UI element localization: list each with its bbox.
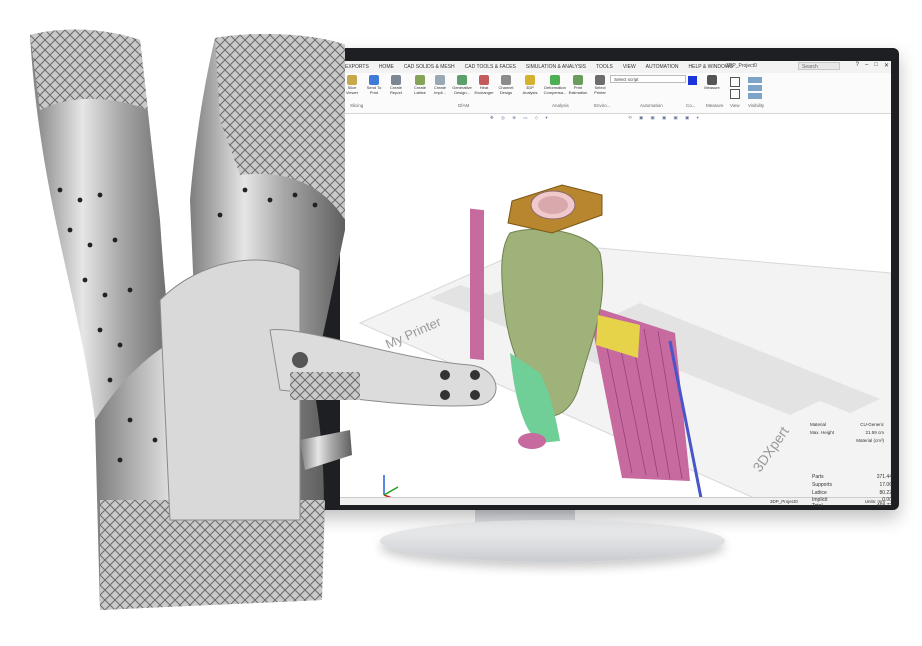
visibility-icon[interactable] bbox=[748, 85, 762, 91]
properties-panel: Material CU-Generic Max. Height 21.59 cm M… bbox=[810, 421, 890, 445]
view-toolbar: ✥ ◎ ⊕ ▭ ◇ ▾ ⟲ ▣ ▣ ▣ ▣ ▣ ▾ bbox=[340, 114, 891, 122]
lattice-icon bbox=[415, 75, 425, 85]
pipe-left bbox=[30, 29, 180, 601]
table-row: Supports 17.06 bbox=[812, 482, 892, 488]
perforation-holes bbox=[57, 187, 318, 463]
material-table-tail: Implicit 0.00 Total 468.72 bbox=[812, 497, 892, 509]
material-label: Material bbox=[810, 422, 827, 427]
group-visibility: Visibility bbox=[748, 103, 765, 108]
base-ring bbox=[518, 433, 546, 449]
table-row: Parts 371.44 bbox=[812, 474, 892, 480]
create-lattice-button[interactable]: Create Lattice bbox=[410, 75, 430, 95]
color-swatch-icon[interactable] bbox=[688, 76, 697, 85]
analysis-icon bbox=[525, 75, 535, 85]
table-row: Total 468.72 bbox=[812, 503, 892, 509]
status-project: 3DP_Project0 bbox=[770, 499, 798, 504]
implicit-icon bbox=[435, 75, 445, 85]
tab-simulation-analysis[interactable]: SIMULATION & ANALYSIS bbox=[521, 61, 591, 73]
generative-design-button[interactable]: Generative Design... bbox=[452, 75, 472, 95]
report-icon bbox=[391, 75, 401, 85]
tab-cad-solids-mesh[interactable]: CAD SOLIDS & MESH bbox=[399, 61, 460, 73]
heat-exchanger-button[interactable]: Heat Exchanger bbox=[474, 75, 494, 95]
ribbon-tabs: EXPORTS HOME CAD SOLIDS & MESH CAD TOOLS… bbox=[340, 61, 738, 73]
heat-exchanger-icon bbox=[479, 75, 489, 85]
print-estimation-icon bbox=[573, 75, 583, 85]
group-slicing: Slicing bbox=[350, 103, 364, 108]
channel-icon bbox=[501, 75, 511, 85]
slice-viewer-button[interactable]: Slice Viewer bbox=[342, 75, 362, 95]
printer-icon bbox=[595, 75, 605, 85]
minimize-icon[interactable]: – bbox=[865, 62, 868, 69]
group-environment: Enviro... bbox=[594, 103, 611, 108]
tab-exports[interactable]: EXPORTS bbox=[340, 61, 374, 73]
send-to-print-button[interactable]: Send To Print bbox=[364, 75, 384, 95]
monitor: EXPORTS HOME CAD SOLIDS & MESH CAD TOOLS… bbox=[305, 48, 899, 510]
slice-viewer-icon bbox=[347, 75, 357, 85]
3dp-analysis-button[interactable]: 3DP Analysis bbox=[520, 75, 540, 95]
support-structure bbox=[470, 208, 484, 361]
material-value: CU-Generic bbox=[860, 422, 884, 427]
view-cube-icon[interactable] bbox=[730, 77, 740, 87]
monitor-stand-base bbox=[380, 520, 725, 562]
max-height-value: 21.59 bbox=[865, 430, 877, 435]
tab-tools[interactable]: TOOLS bbox=[591, 61, 618, 73]
measure-icon bbox=[707, 75, 717, 85]
title-bar: EXPORTS HOME CAD SOLIDS & MESH CAD TOOLS… bbox=[340, 61, 891, 73]
create-report-button[interactable]: Create Report bbox=[386, 75, 406, 95]
select-printer-button[interactable]: Select Printer bbox=[590, 75, 610, 95]
port-inner bbox=[538, 196, 568, 214]
status-bar: 3DP_Project0 Units: mm bbox=[340, 497, 891, 505]
deformation-compensation-button[interactable]: Deformation Compensa... bbox=[542, 75, 568, 95]
group-automation: Automation bbox=[640, 103, 663, 108]
lattice-band bbox=[100, 500, 325, 610]
ribbon: Slice Viewer Send To Print Create Report… bbox=[340, 73, 891, 114]
measure-button[interactable]: Measure bbox=[702, 75, 722, 91]
pipe-trunk bbox=[95, 330, 324, 610]
material-volume-header: Material (cm³) bbox=[856, 438, 884, 443]
max-height-unit: cm bbox=[878, 430, 884, 435]
group-dfam: DfAM bbox=[458, 103, 470, 108]
zoom-icon[interactable] bbox=[730, 89, 740, 99]
max-height-label: Max. Height bbox=[810, 430, 835, 435]
window-controls: ? – □ ✕ bbox=[856, 62, 889, 69]
lattice-band bbox=[30, 29, 148, 111]
create-implicit-button[interactable]: Create Impli... bbox=[430, 75, 450, 95]
cutaway-interior bbox=[159, 259, 301, 521]
search-input[interactable]: Search bbox=[798, 62, 840, 70]
group-color: Co... bbox=[686, 103, 696, 108]
send-to-print-icon bbox=[369, 75, 379, 85]
close-icon[interactable]: ✕ bbox=[884, 62, 889, 69]
tab-view[interactable]: VIEW bbox=[618, 61, 641, 73]
tab-home[interactable]: HOME bbox=[374, 61, 399, 73]
help-icon[interactable]: ? bbox=[856, 62, 859, 69]
viewport[interactable]: My Printer 3DXpert bbox=[340, 123, 891, 505]
group-analysis: Analysis bbox=[552, 103, 569, 108]
view-orientation-icon[interactable]: ⟲ ▣ ▣ ▣ ▣ ▣ ▾ bbox=[628, 115, 702, 121]
visibility-icon[interactable] bbox=[748, 77, 762, 83]
group-view: View bbox=[730, 103, 740, 108]
app-screen: EXPORTS HOME CAD SOLIDS & MESH CAD TOOLS… bbox=[340, 61, 891, 505]
deformation-icon bbox=[550, 75, 560, 85]
material-table: Parts 371.44 Supports 17.06 Lattice 80.22 bbox=[812, 473, 892, 497]
visibility-icon[interactable] bbox=[748, 93, 762, 99]
channel-design-button[interactable]: Channel Design bbox=[496, 75, 516, 95]
window-title: 3DP_Project0 bbox=[726, 63, 757, 69]
maximize-icon[interactable]: □ bbox=[874, 62, 878, 69]
tab-automation[interactable]: AUTOMATION bbox=[641, 61, 684, 73]
group-measure: Measure bbox=[706, 103, 724, 108]
selection-tools-icon[interactable]: ✥ ◎ ⊕ ▭ ◇ ▾ bbox=[490, 115, 551, 121]
table-row: Lattice 80.22 bbox=[812, 490, 892, 496]
script-select[interactable]: Select script bbox=[610, 75, 686, 83]
print-estimation-button[interactable]: Print Estimation bbox=[568, 75, 588, 95]
tab-cad-tools-faces[interactable]: CAD TOOLS & FACES bbox=[460, 61, 521, 73]
generative-design-icon bbox=[457, 75, 467, 85]
